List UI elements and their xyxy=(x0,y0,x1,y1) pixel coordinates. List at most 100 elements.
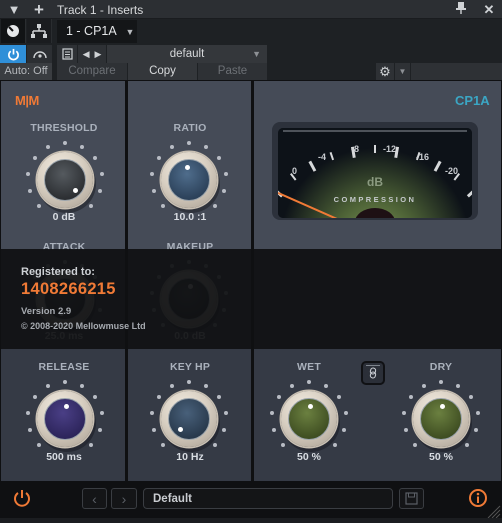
collapse-arrow-icon[interactable]: ▼ xyxy=(6,0,22,19)
previous-preset-icon[interactable]: ◀ xyxy=(83,49,90,60)
knob-indicator xyxy=(307,403,313,409)
add-insert-icon[interactable]: + xyxy=(31,0,47,19)
preset-selector[interactable]: default ▼ xyxy=(107,45,267,63)
knob-cap xyxy=(44,398,86,440)
keyhp-knob[interactable] xyxy=(149,377,229,457)
registration-overlay: Registered to: 1408266215 Version 2.9 © … xyxy=(0,249,502,349)
gear-icon: ⚙ xyxy=(379,63,391,79)
knob-view-button[interactable] xyxy=(1,19,26,43)
knob-scale-dot xyxy=(98,428,103,433)
knob-scale-dot xyxy=(203,145,208,150)
chevron-down-icon: ▼ xyxy=(398,67,407,76)
settings-button[interactable]: ⚙ xyxy=(376,63,394,80)
knob-scale-dot xyxy=(216,156,221,161)
plugin-power-button[interactable] xyxy=(0,45,26,63)
routing-icon xyxy=(31,24,47,38)
dry-knob[interactable] xyxy=(401,377,481,457)
knob-scale-dot xyxy=(98,189,103,194)
pin-icon[interactable] xyxy=(453,0,469,19)
copy-button[interactable]: Copy xyxy=(128,63,197,80)
footer-preset-name[interactable]: Default xyxy=(143,488,393,509)
knob-scale-dot xyxy=(151,189,156,194)
info-button[interactable] xyxy=(468,488,488,513)
knob-scale-dot xyxy=(307,380,311,384)
knob-scale-dot xyxy=(33,395,38,400)
knob-scale-dot xyxy=(216,395,221,400)
previous-preset-button[interactable]: ‹ xyxy=(82,488,107,509)
auto-mode-button[interactable]: Auto: Off xyxy=(0,63,52,80)
paste-button[interactable]: Paste xyxy=(198,63,267,80)
knob-scale-dot xyxy=(46,384,51,389)
settings-menu-button[interactable]: ▼ xyxy=(395,63,410,80)
knob-scale-dot xyxy=(271,428,276,433)
wet-knob[interactable] xyxy=(269,377,349,457)
link-wet-dry-button[interactable] xyxy=(361,361,385,385)
knob-scale-dot xyxy=(157,395,162,400)
knob-scale-dot xyxy=(422,384,427,389)
knob-ring xyxy=(161,152,217,208)
knob-scale-dot xyxy=(150,172,155,177)
automation-button[interactable] xyxy=(27,45,52,63)
knob-scale-dot xyxy=(203,384,208,389)
knob-scale-dot xyxy=(79,145,84,150)
meter-graphic xyxy=(278,128,472,218)
chevron-left-icon: ‹ xyxy=(92,490,97,507)
threshold-knob[interactable] xyxy=(25,138,105,218)
knob-scale-dot xyxy=(402,411,407,416)
compare-button[interactable]: Compare xyxy=(57,63,127,80)
wet-label: WET xyxy=(297,361,321,373)
knob-cap xyxy=(168,159,210,201)
knob-scale-dot xyxy=(412,443,417,448)
bypass-button[interactable] xyxy=(12,488,32,513)
knob-scale-dot xyxy=(468,395,473,400)
meter-face: 0 -4 -8 -12 -16 -20 dB COMPRESSION xyxy=(278,128,472,218)
registration-id: 1408266215 xyxy=(21,280,116,298)
release-knob[interactable] xyxy=(25,377,105,457)
knob-scale-dot xyxy=(36,443,41,448)
meter-scale-16: -16 xyxy=(416,152,430,162)
resize-grip[interactable] xyxy=(487,505,501,523)
knob-scale-dot xyxy=(79,384,84,389)
knob-ring xyxy=(281,391,337,447)
knob-ring xyxy=(413,391,469,447)
power-icon xyxy=(14,490,30,507)
preset-name: default xyxy=(169,48,205,60)
knob-scale-dot xyxy=(333,443,338,448)
link-icon xyxy=(369,367,377,379)
knob-scale-dot xyxy=(222,189,227,194)
knob-scale-dot xyxy=(27,189,32,194)
toolbar-spacer xyxy=(411,63,502,80)
knob-cap xyxy=(44,159,86,201)
ratio-knob[interactable] xyxy=(149,138,229,218)
knob-scale-dot xyxy=(26,411,31,416)
chevron-right-icon: › xyxy=(121,490,127,507)
knob-scale-dot xyxy=(223,172,228,177)
power-icon xyxy=(7,48,19,60)
knob-indicator xyxy=(177,427,183,433)
close-icon[interactable]: ✕ xyxy=(481,0,497,19)
save-icon xyxy=(405,492,418,505)
info-icon xyxy=(469,489,487,507)
knob-scale-dot xyxy=(475,411,480,416)
knob-indicator xyxy=(73,188,79,194)
knob-icon xyxy=(7,25,19,37)
knob-scale-dot xyxy=(270,411,275,416)
next-preset-button[interactable]: › xyxy=(111,488,137,509)
meter-caption: COMPRESSION xyxy=(333,195,417,204)
knob-scale-dot xyxy=(151,428,156,433)
next-preset-icon[interactable]: ▶ xyxy=(95,49,102,60)
knob-scale-dot xyxy=(157,156,162,161)
routing-button[interactable] xyxy=(27,19,52,43)
meter-scale-12: -12 xyxy=(383,144,397,154)
insert-slot-selector[interactable]: 1 - CP1A ▼ xyxy=(57,20,137,43)
knob-cap xyxy=(168,398,210,440)
knob-scale-dot xyxy=(36,204,41,209)
save-preset-button[interactable] xyxy=(399,488,424,509)
knob-scale-dot xyxy=(170,384,175,389)
preset-nav: ◀ ▶ xyxy=(78,45,106,63)
slot-name: 1 - CP1A xyxy=(66,24,117,38)
knob-scale-dot xyxy=(89,204,94,209)
preset-list-button[interactable] xyxy=(57,45,77,63)
threshold-label: THRESHOLD xyxy=(30,122,98,134)
knob-scale-dot xyxy=(187,141,191,145)
